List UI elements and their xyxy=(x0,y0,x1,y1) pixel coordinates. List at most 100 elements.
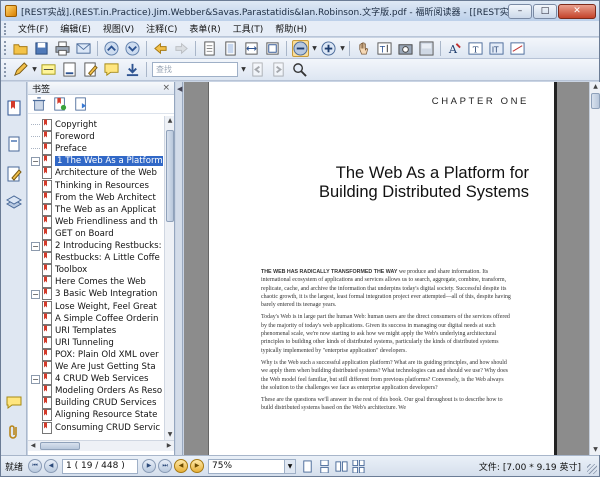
scroll-up-icon[interactable]: ▲ xyxy=(165,116,175,126)
find-next-icon[interactable] xyxy=(270,61,287,78)
zoom-in-icon[interactable] xyxy=(320,40,337,57)
menu-file[interactable]: 文件(F) xyxy=(12,22,54,35)
scroll-right-icon[interactable]: ▶ xyxy=(164,441,174,451)
bookmark-chapter-item[interactable]: − 4 CRUD Web Services xyxy=(31,373,149,385)
scroll-left-icon[interactable]: ◀ xyxy=(28,441,38,451)
open-folder-icon[interactable] xyxy=(12,40,29,57)
continuous-view-icon[interactable] xyxy=(318,459,331,473)
previous-page-icon[interactable]: ◀ xyxy=(44,459,59,473)
textbox-icon[interactable]: T xyxy=(467,40,484,57)
bookmark-section-item[interactable]: Consuming CRUD Servic xyxy=(42,421,160,434)
continuous-facing-view-icon[interactable] xyxy=(352,459,365,473)
menu-grip[interactable] xyxy=(4,22,7,35)
save-icon[interactable] xyxy=(33,40,50,57)
add-bookmark-icon[interactable] xyxy=(53,97,67,111)
menu-edit[interactable]: 编辑(E) xyxy=(54,22,97,35)
bookmarks-panel-icon[interactable] xyxy=(6,100,22,116)
note-comment-icon[interactable] xyxy=(103,61,120,78)
bookmark-section-item[interactable]: Thinking in Resources xyxy=(42,179,149,192)
email-icon[interactable] xyxy=(75,40,92,57)
bookmark-chapter-item[interactable]: Foreword xyxy=(31,131,95,143)
menu-tools[interactable]: 工具(T) xyxy=(227,22,270,35)
pencil-icon[interactable] xyxy=(12,61,29,78)
page-up-icon[interactable] xyxy=(103,40,120,57)
maximize-button[interactable]: □ xyxy=(533,3,557,19)
bookmark-section-item[interactable]: Modeling Orders As Reso xyxy=(42,385,162,398)
bookmark-chapter-item[interactable]: − 3 Basic Web Integration xyxy=(31,288,158,301)
bookmark-chapter-item[interactable]: Preface xyxy=(31,143,87,156)
annotations-panel-icon[interactable] xyxy=(6,166,22,182)
scroll-thumb[interactable] xyxy=(40,442,80,450)
search-input[interactable]: 查找 xyxy=(152,62,238,77)
menu-view[interactable]: 视图(V) xyxy=(97,22,140,35)
bookmark-chapter-item[interactable]: − 2 Introducing Restbucks: H xyxy=(31,240,163,252)
panel-splitter[interactable]: ◀ xyxy=(176,82,183,455)
collapse-toggle-icon[interactable]: − xyxy=(31,241,40,251)
close-panel-icon[interactable]: × xyxy=(162,83,170,93)
bookmark-section-item[interactable]: We Are Just Getting Sta xyxy=(42,361,156,373)
bookmark-chapter-item[interactable]: Copyright xyxy=(31,119,97,131)
go-back-icon[interactable]: ◀ xyxy=(174,459,189,473)
hand-tool-icon[interactable] xyxy=(355,40,372,57)
bookmark-chapter-item[interactable]: − 1 The Web As a Platform fo xyxy=(31,155,163,168)
bookmark-section-item[interactable]: Architecture of the Web xyxy=(42,167,157,180)
minimize-button[interactable]: – xyxy=(508,3,532,19)
actual-size-icon[interactable] xyxy=(201,40,218,57)
pdf-create-icon[interactable] xyxy=(418,40,435,57)
last-page-icon[interactable]: ⏭ xyxy=(158,459,173,473)
find-previous-icon[interactable] xyxy=(249,61,266,78)
first-page-icon[interactable]: ⏮ xyxy=(28,459,43,473)
bookmark-section-item[interactable]: A Simple Coffee Orderin xyxy=(42,312,158,325)
collapse-panel-icon[interactable]: ◀ xyxy=(177,85,182,93)
delete-bookmark-icon[interactable] xyxy=(32,97,46,111)
typewriter-icon[interactable]: A xyxy=(446,40,463,57)
search-dropdown-icon[interactable]: ▼ xyxy=(240,66,247,73)
bookmark-vertical-scrollbar[interactable]: ▲ ▼ xyxy=(164,116,174,440)
comments-panel-icon[interactable] xyxy=(6,394,22,410)
bookmark-section-item[interactable]: Toolbox xyxy=(42,264,87,277)
snapshot-icon[interactable] xyxy=(397,40,414,57)
bookmark-section-item[interactable]: GET on Board xyxy=(42,227,114,240)
bookmark-section-item[interactable]: Here Comes the Web xyxy=(42,276,146,289)
document-vertical-scrollbar[interactable]: ▲ ▼ xyxy=(589,82,600,455)
zoom-out-dropdown-icon[interactable]: ▼ xyxy=(311,45,318,52)
dimension-icon[interactable] xyxy=(509,40,526,57)
bookmark-section-item[interactable]: URI Templates xyxy=(42,324,116,337)
bookmark-section-item[interactable]: Web Friendliness and th xyxy=(42,215,158,228)
collapse-toggle-icon[interactable]: − xyxy=(31,156,40,166)
collapse-toggle-icon[interactable]: − xyxy=(31,289,40,299)
bookmark-horizontal-scrollbar[interactable]: ◀ ▶ xyxy=(28,440,174,451)
bookmark-section-item[interactable]: Building CRUD Services xyxy=(42,397,156,410)
toolbar-grip[interactable] xyxy=(4,41,7,55)
download-icon[interactable] xyxy=(124,61,141,78)
print-icon[interactable] xyxy=(54,40,71,57)
zoom-out-icon[interactable] xyxy=(292,39,309,57)
toolbar-grip[interactable] xyxy=(4,62,7,77)
page-down-icon[interactable] xyxy=(124,40,141,57)
bookmark-section-item[interactable]: URI Tunneling xyxy=(42,336,114,349)
fit-visible-icon[interactable] xyxy=(264,40,281,57)
scroll-up-icon[interactable]: ▲ xyxy=(590,82,600,92)
resize-grip-icon[interactable] xyxy=(587,464,597,474)
underline-icon[interactable] xyxy=(61,61,78,78)
forward-arrow-icon[interactable] xyxy=(173,40,190,57)
scroll-down-icon[interactable]: ▼ xyxy=(165,430,175,440)
highlight-icon[interactable] xyxy=(40,61,57,78)
menu-form[interactable]: 表单(R) xyxy=(183,22,226,35)
bookmark-section-item[interactable]: From the Web Architect xyxy=(42,191,156,204)
bookmark-section-item[interactable]: Aligning Resource State xyxy=(42,409,157,422)
facing-view-icon[interactable] xyxy=(335,460,348,473)
scroll-down-icon[interactable]: ▼ xyxy=(590,445,600,455)
text-annotation-icon[interactable]: IT xyxy=(488,40,505,57)
document-view[interactable]: CHAPTER ONE The Web As a Platform for Bu… xyxy=(184,82,589,455)
layers-panel-icon[interactable] xyxy=(6,194,22,210)
scroll-thumb[interactable] xyxy=(166,130,174,222)
zoom-level-field[interactable]: 75% ▼ xyxy=(208,458,297,474)
bookmark-section-item[interactable]: Lose Weight, Feel Great xyxy=(42,300,157,313)
menu-help[interactable]: 帮助(H) xyxy=(269,22,313,35)
close-button[interactable]: ✕ xyxy=(558,3,596,19)
bookmark-section-item[interactable]: POX: Plain Old XML over xyxy=(42,348,159,361)
edit-note-icon[interactable] xyxy=(82,61,99,78)
go-forward-icon[interactable]: ▶ xyxy=(190,459,205,473)
scroll-thumb[interactable] xyxy=(591,93,600,109)
